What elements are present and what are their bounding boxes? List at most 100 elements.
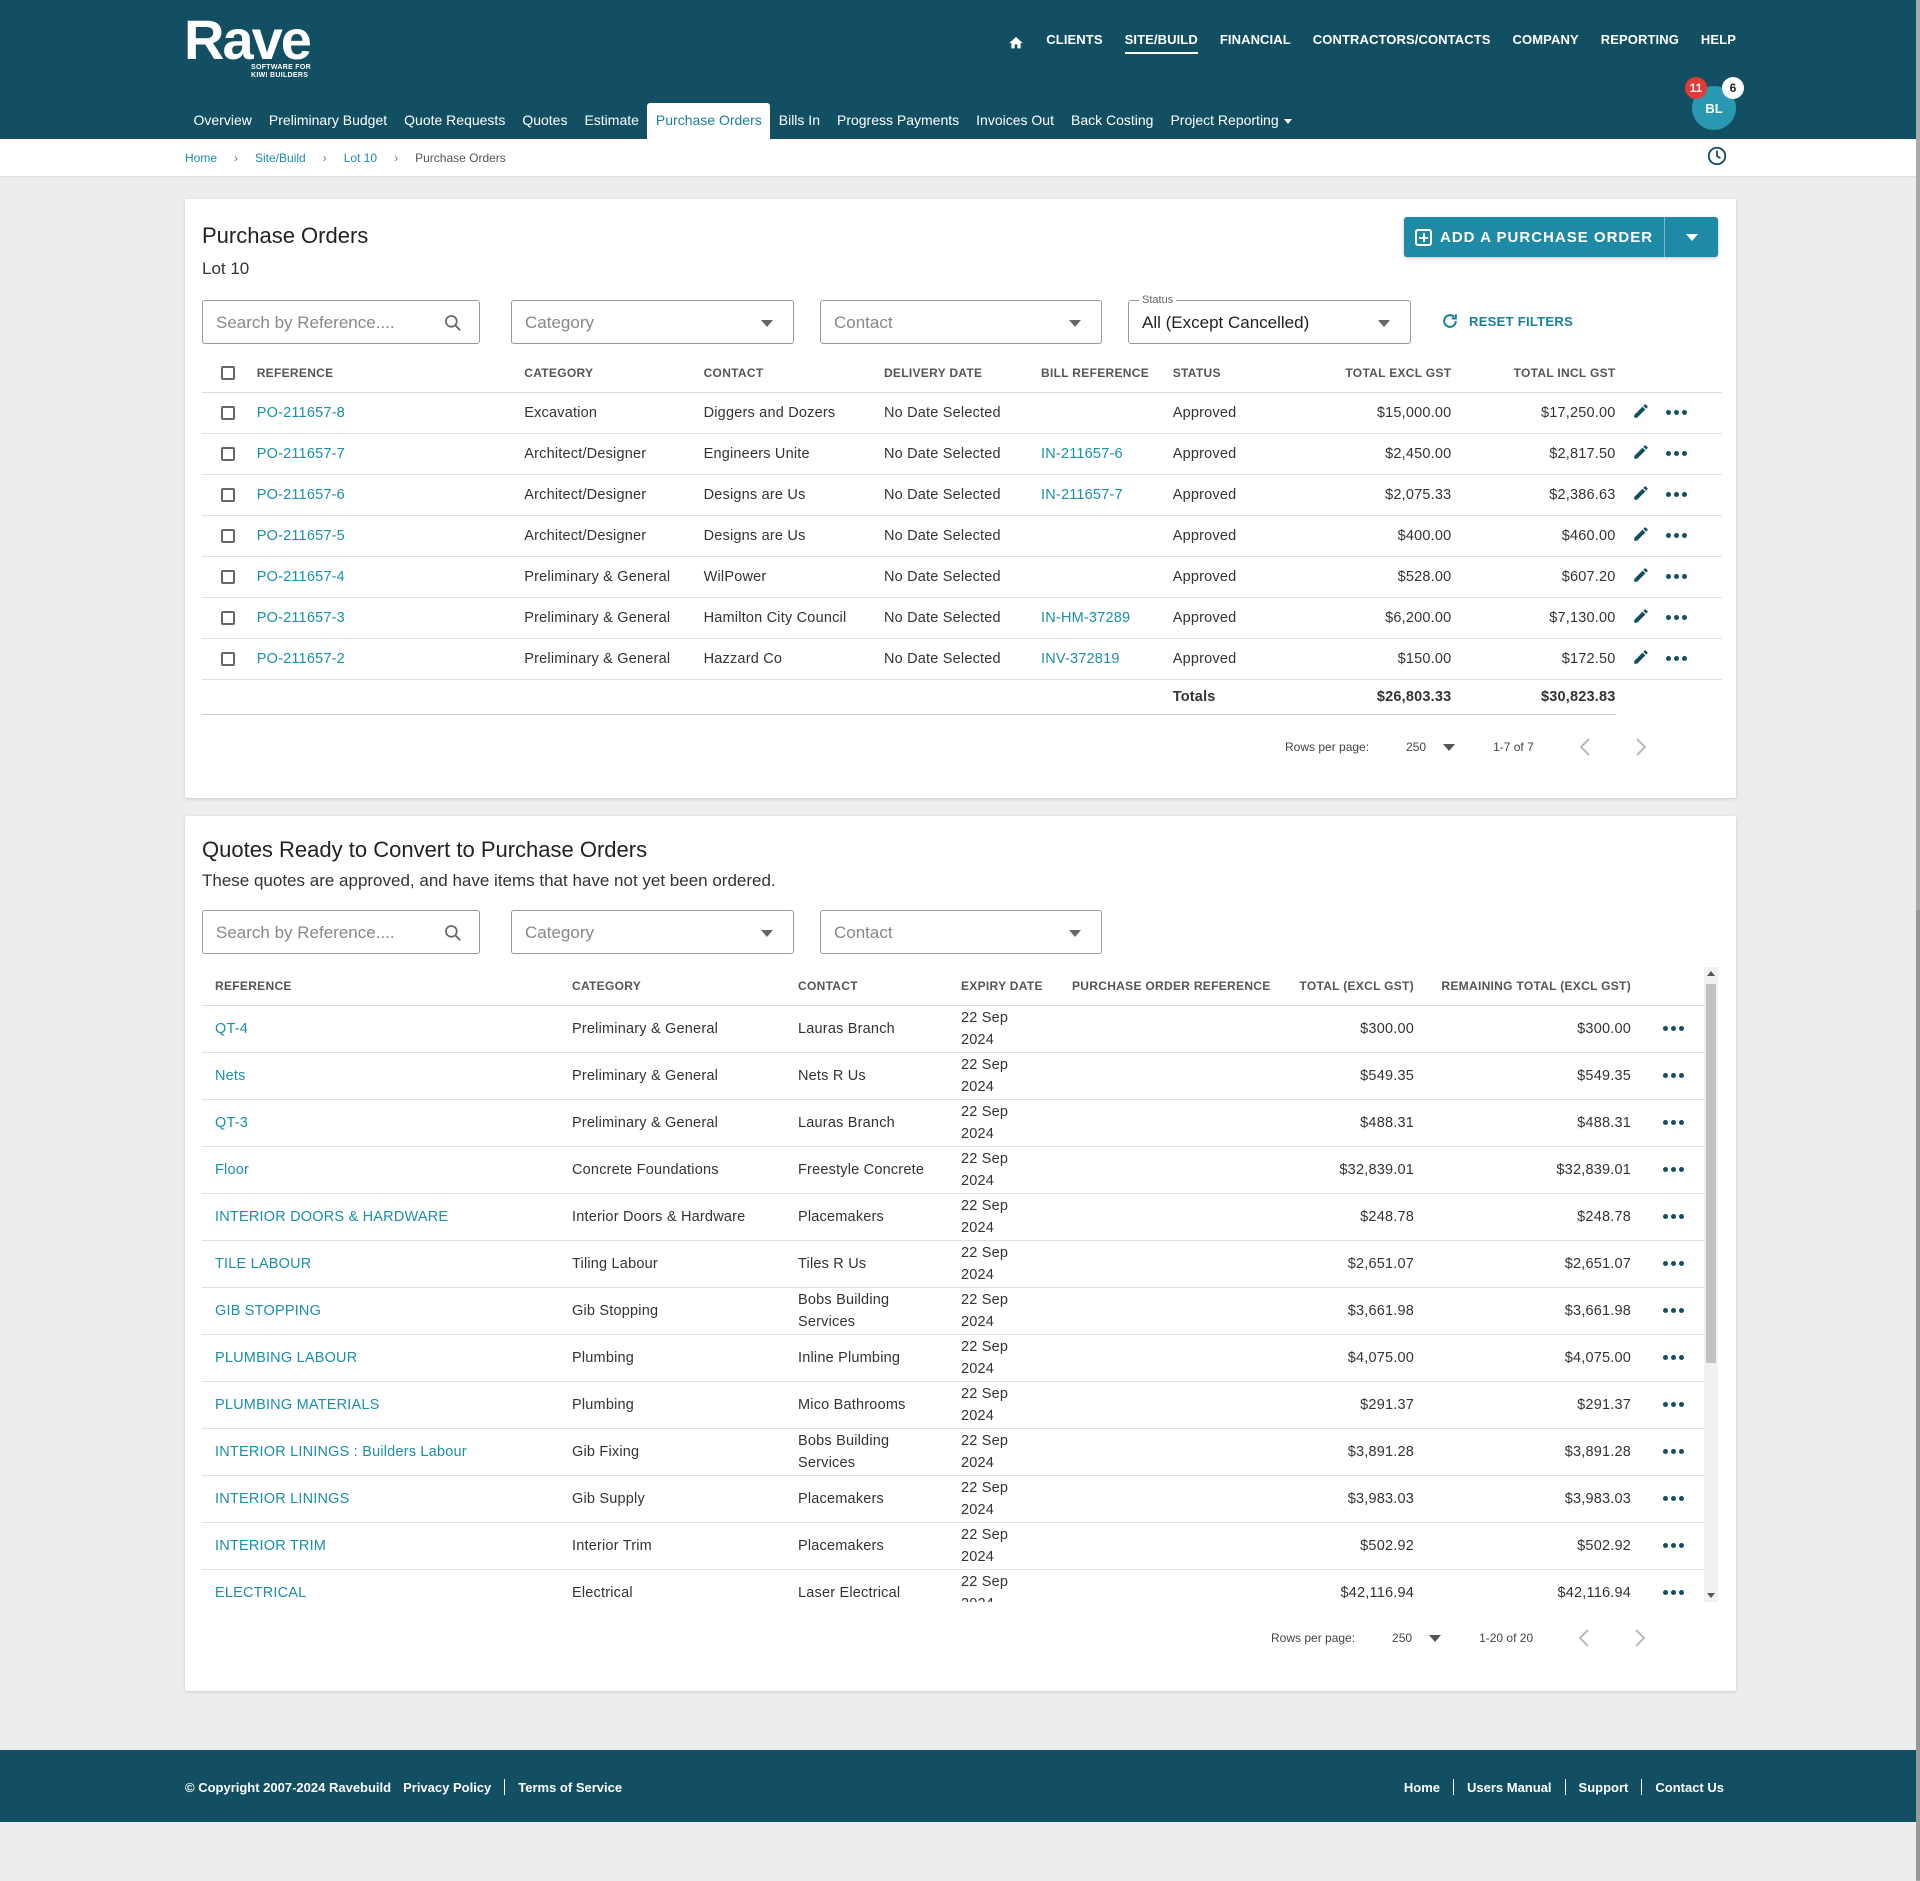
footer-home[interactable]: Home xyxy=(1404,1780,1440,1795)
more-actions-icon[interactable] xyxy=(1663,1585,1684,1601)
more-actions-icon[interactable] xyxy=(1666,651,1688,667)
col-po-reference[interactable]: PURCHASE ORDER REFERENCE xyxy=(1072,967,1272,1006)
more-actions-icon[interactable] xyxy=(1663,1444,1684,1460)
scroll-up-icon[interactable] xyxy=(1707,971,1715,976)
tab-bills-in[interactable]: Bills In xyxy=(770,103,828,139)
quote-reference-link[interactable]: QT-3 xyxy=(215,1115,248,1131)
scroll-down-icon[interactable] xyxy=(1707,1593,1715,1598)
po-reference-link[interactable]: PO-211657-8 xyxy=(257,405,345,421)
table-row[interactable]: PO-211657-6 Architect/Designer Designs are… xyxy=(202,474,1722,516)
home-icon[interactable] xyxy=(1008,35,1024,51)
col-total-excl-gst[interactable]: TOTAL (EXCL GST) xyxy=(1272,967,1414,1006)
rows-per-page-select[interactable]: 250 xyxy=(1392,1631,1442,1645)
table-row[interactable]: INTERIOR LININGS : Builders Labour Gib Fi… xyxy=(202,1428,1704,1476)
col-status[interactable]: STATUS xyxy=(1172,354,1295,393)
po-reference-link[interactable]: PO-211657-3 xyxy=(257,610,345,626)
col-category[interactable]: CATEGORY xyxy=(524,354,704,393)
table-row[interactable]: PLUMBING LABOUR Plumbing Inline Plumbing 22… xyxy=(202,1334,1704,1382)
table-row[interactable]: PO-211657-3 Preliminary & General Hamilton… xyxy=(202,597,1722,639)
breadcrumb-site-build[interactable]: Site/Build xyxy=(255,151,306,165)
row-checkbox[interactable] xyxy=(221,569,235,584)
col-total-excl-gst[interactable]: TOTAL EXCL GST xyxy=(1294,354,1452,393)
more-actions-icon[interactable] xyxy=(1666,528,1688,544)
breadcrumb-lot[interactable]: Lot 10 xyxy=(344,151,377,165)
footer-terms-of-service[interactable]: Terms of Service xyxy=(518,1780,622,1795)
quotes-scrollbar[interactable] xyxy=(1704,967,1718,1602)
notification-badge[interactable]: 11 xyxy=(1685,77,1707,99)
col-contact[interactable]: CONTACT xyxy=(798,967,961,1006)
more-actions-icon[interactable] xyxy=(1663,1256,1684,1272)
table-row[interactable]: QT-4 Preliminary & General Lauras Branch 22… xyxy=(202,1005,1704,1053)
table-row[interactable]: GIB STOPPING Gib Stopping Bobs Building Ser… xyxy=(202,1287,1704,1335)
col-delivery-date[interactable]: DELIVERY DATE xyxy=(883,354,1042,393)
col-bill-reference[interactable]: BILL REFERENCE xyxy=(1041,354,1173,393)
history-icon[interactable] xyxy=(1706,145,1728,167)
quote-reference-link[interactable]: INTERIOR LININGS xyxy=(215,1491,350,1507)
edit-icon[interactable] xyxy=(1632,484,1650,502)
table-row[interactable]: QT-3 Preliminary & General Lauras Branch 22… xyxy=(202,1099,1704,1147)
table-row[interactable]: Floor Concrete Foundations Freestyle Concr… xyxy=(202,1146,1704,1194)
edit-icon[interactable] xyxy=(1632,566,1650,584)
table-row[interactable]: Nets Preliminary & General Nets R Us 22 Sep… xyxy=(202,1052,1704,1100)
quote-reference-link[interactable]: QT-4 xyxy=(215,1021,248,1037)
edit-icon[interactable] xyxy=(1632,525,1650,543)
table-row[interactable]: INTERIOR LININGS Gib Supply Placemakers 22 … xyxy=(202,1475,1704,1523)
bill-reference-link[interactable]: INV-372819 xyxy=(1041,651,1120,667)
select-all-checkbox[interactable] xyxy=(221,366,235,381)
col-reference[interactable]: REFERENCE xyxy=(215,967,572,1006)
col-total-incl-gst[interactable]: TOTAL INCL GST xyxy=(1451,354,1616,393)
row-checkbox[interactable] xyxy=(221,487,235,502)
col-reference[interactable]: REFERENCE xyxy=(256,354,525,393)
edit-icon[interactable] xyxy=(1632,607,1650,625)
bill-reference-link[interactable]: IN-211657-6 xyxy=(1041,446,1123,462)
prev-page-icon[interactable] xyxy=(1578,736,1592,758)
quote-reference-link[interactable]: Floor xyxy=(215,1162,249,1178)
table-row[interactable]: TILE LABOUR Tiling Labour Tiles R Us 22 Sep… xyxy=(202,1240,1704,1288)
tab-back-costing[interactable]: Back Costing xyxy=(1062,103,1161,139)
more-actions-icon[interactable] xyxy=(1663,1162,1684,1178)
add-options-dropdown[interactable] xyxy=(1664,217,1718,257)
scrollbar-thumb[interactable] xyxy=(1706,984,1716,1363)
message-badge[interactable]: 6 xyxy=(1722,77,1744,99)
quote-reference-link[interactable]: ELECTRICAL xyxy=(215,1585,306,1601)
footer-users-manual[interactable]: Users Manual xyxy=(1467,1780,1552,1795)
table-row[interactable]: INTERIOR DOORS & HARDWARE Interior Doors … xyxy=(202,1193,1704,1241)
edit-icon[interactable] xyxy=(1632,648,1650,666)
bill-reference-link[interactable]: IN-HM-37289 xyxy=(1041,610,1130,626)
nav-help[interactable]: HELP xyxy=(1701,32,1736,54)
quote-reference-link[interactable]: TILE LABOUR xyxy=(215,1256,311,1272)
prev-page-icon[interactable] xyxy=(1577,1627,1591,1649)
breadcrumb-home[interactable]: Home xyxy=(185,151,217,165)
po-reference-link[interactable]: PO-211657-4 xyxy=(257,569,345,585)
table-row[interactable]: PO-211657-2 Preliminary & General Hazzard … xyxy=(202,638,1722,680)
tab-overview[interactable]: Overview xyxy=(185,103,260,139)
table-row[interactable]: PLUMBING MATERIALS Plumbing Mico Bathrooms… xyxy=(202,1381,1704,1429)
more-actions-icon[interactable] xyxy=(1663,1491,1684,1507)
tab-quote-requests[interactable]: Quote Requests xyxy=(396,103,514,139)
add-purchase-order-button[interactable]: ADD A PURCHASE ORDER xyxy=(1404,217,1718,257)
row-checkbox[interactable] xyxy=(221,528,235,543)
bill-reference-link[interactable]: IN-211657-7 xyxy=(1041,487,1123,503)
quotes-contact-select[interactable]: Contact xyxy=(820,910,1102,954)
quotes-category-select[interactable]: Category xyxy=(511,910,794,954)
more-actions-icon[interactable] xyxy=(1666,569,1688,585)
po-status-select[interactable]: Status All (Except Cancelled) xyxy=(1128,294,1411,344)
nav-financial[interactable]: FINANCIAL xyxy=(1220,32,1291,54)
tab-project-reporting[interactable]: Project Reporting xyxy=(1162,103,1300,139)
col-contact[interactable]: CONTACT xyxy=(703,354,884,393)
row-checkbox[interactable] xyxy=(221,610,235,625)
table-row[interactable]: PO-211657-4 Preliminary & General WilPower… xyxy=(202,556,1722,598)
more-actions-icon[interactable] xyxy=(1666,610,1688,626)
reset-filters-button[interactable]: RESET FILTERS xyxy=(1440,311,1573,331)
quote-reference-link[interactable]: INTERIOR TRIM xyxy=(215,1538,326,1554)
next-page-icon[interactable] xyxy=(1633,1627,1647,1649)
table-row[interactable]: ELECTRICAL Electrical Laser Electrical 22 S… xyxy=(202,1569,1704,1602)
table-row[interactable]: PO-211657-5 Architect/Designer Designs are… xyxy=(202,515,1722,557)
more-actions-icon[interactable] xyxy=(1666,487,1688,503)
col-remaining-total[interactable]: REMAINING TOTAL (EXCL GST) xyxy=(1414,967,1631,1006)
tab-preliminary-budget[interactable]: Preliminary Budget xyxy=(260,103,395,139)
footer-privacy-policy[interactable]: Privacy Policy xyxy=(403,1780,491,1795)
row-checkbox[interactable] xyxy=(221,446,235,461)
table-row[interactable]: PO-211657-8 Excavation Diggers and Dozers N… xyxy=(202,392,1722,434)
tab-progress-payments[interactable]: Progress Payments xyxy=(828,103,967,139)
